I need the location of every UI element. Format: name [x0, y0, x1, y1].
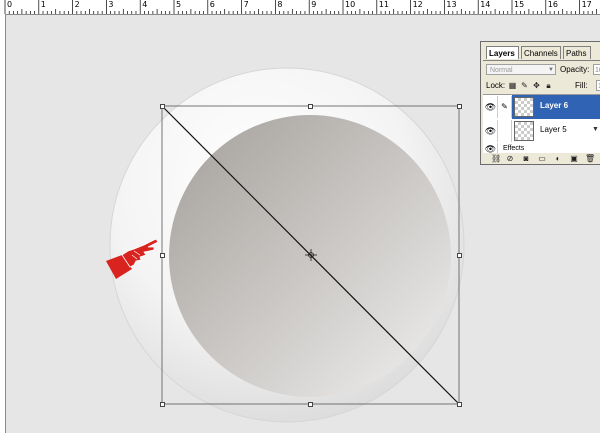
lock-transparent-icon[interactable]: ▦ — [508, 81, 517, 90]
ruler-label: 15 — [514, 0, 525, 9]
chevron-down-icon: ▼ — [548, 67, 554, 73]
eye-icon[interactable]: 👁︎ — [484, 120, 498, 142]
lock-paint-icon[interactable]: ✎ — [520, 81, 529, 90]
trash-icon[interactable]: 🗑︎ — [585, 154, 595, 164]
layer-name-area[interactable]: Layer 6 — [512, 95, 600, 119]
blend-mode-select[interactable]: Normal ▼ — [486, 64, 556, 75]
handle-bottom-center[interactable] — [308, 402, 313, 407]
opacity-input[interactable]: 10 — [593, 64, 600, 75]
link-slot-icon[interactable] — [498, 120, 512, 142]
link-icon[interactable]: ⛓ — [491, 154, 501, 164]
ruler-label: 2 — [74, 0, 80, 9]
layer-thumbnail — [514, 121, 534, 141]
tab-channels[interactable]: Channels — [521, 46, 561, 59]
handle-bottom-left[interactable] — [160, 402, 165, 407]
fill-label: Fill: — [575, 81, 588, 90]
mask-icon[interactable]: ◙ — [521, 154, 531, 164]
layer-row-layer-6[interactable]: 👁︎ ✎ Layer 6 — [483, 95, 600, 119]
blend-row: Normal ▼ Opacity: 10 — [483, 63, 600, 77]
vertical-ruler[interactable] — [0, 14, 6, 433]
lock-move-icon[interactable]: ✥ — [532, 81, 541, 90]
ruler-label: 3 — [108, 0, 114, 9]
ruler-label: 6 — [209, 0, 215, 9]
layers-palette: Layers Channels Paths Normal ▼ Opacity: … — [480, 41, 600, 165]
ruler-label: 10 — [345, 0, 356, 9]
ruler-label: 17 — [581, 0, 592, 9]
tab-layers[interactable]: Layers — [486, 46, 519, 59]
ruler-label: 0 — [7, 0, 13, 9]
blend-mode-value: Normal — [490, 67, 513, 74]
add-style-icon[interactable]: ⊘ — [505, 154, 515, 164]
tab-paths[interactable]: Paths — [563, 46, 591, 59]
expand-effects-icon[interactable]: ▼ — [592, 119, 599, 141]
layer-thumbnail — [514, 97, 534, 117]
handle-bottom-right[interactable] — [457, 402, 462, 407]
ruler-label: 7 — [243, 0, 249, 9]
handle-top-left[interactable] — [160, 104, 165, 109]
horizontal-ruler[interactable]: 0 1 2 3 4 5 6 7 8 9 10 11 12 13 14 15 16 17 — [0, 0, 600, 15]
layer-row-layer-5[interactable]: 👁︎ Layer 5 ▼ — [483, 119, 600, 143]
layer-name: Layer 5 — [540, 125, 567, 134]
layers-list: 👁︎ ✎ Layer 6 👁︎ Layer 5 ▼ 👁︎ Effects — [483, 94, 600, 155]
palette-tabs: Layers Channels Paths — [483, 46, 600, 61]
handle-top-center[interactable] — [308, 104, 313, 109]
group-icon[interactable]: ▭ — [537, 154, 547, 164]
fill-input[interactable]: 10 — [596, 80, 600, 91]
handle-middle-left[interactable] — [160, 253, 165, 258]
adjustment-icon[interactable]: ◐ — [553, 154, 563, 164]
ruler-label: 5 — [176, 0, 182, 9]
handle-top-right[interactable] — [457, 104, 462, 109]
layer-name: Layer 6 — [540, 101, 569, 110]
ruler-label: 12 — [412, 0, 423, 9]
inner-gradient-circle — [169, 115, 451, 397]
ruler-label: 8 — [277, 0, 283, 9]
handle-middle-right[interactable] — [457, 253, 462, 258]
ruler-label: 9 — [311, 0, 317, 9]
canvas-area[interactable]: 0 1 2 3 4 5 6 7 8 9 10 11 12 13 14 15 16 17 Layers Channe… — [0, 0, 600, 433]
ruler-label: 16 — [547, 0, 558, 9]
lock-label: Lock: — [486, 81, 506, 90]
palette-bottom-bar: ⛓ ⊘ ◙ ▭ ◐ ▣ 🗑︎ — [483, 153, 600, 164]
pointing-hand-icon — [106, 238, 159, 279]
opacity-label: Opacity: — [560, 65, 590, 74]
brush-icon[interactable]: ✎ — [498, 96, 512, 118]
lock-all-icon[interactable]: 🔒︎ — [544, 81, 553, 90]
eye-icon[interactable]: 👁︎ — [484, 96, 498, 118]
lock-row: Lock: ▦ ✎ ✥ 🔒︎ Fill: 10 — [483, 79, 600, 93]
layer-name-area[interactable]: Layer 5 ▼ — [512, 119, 600, 143]
ruler-label: 4 — [142, 0, 148, 9]
new-layer-icon[interactable]: ▣ — [569, 154, 579, 164]
ruler-label: 1 — [40, 0, 46, 9]
ruler-label: 13 — [446, 0, 457, 9]
ruler-ticks — [4, 0, 597, 14]
ruler-label: 14 — [480, 0, 491, 9]
ruler-label: 11 — [378, 0, 389, 9]
